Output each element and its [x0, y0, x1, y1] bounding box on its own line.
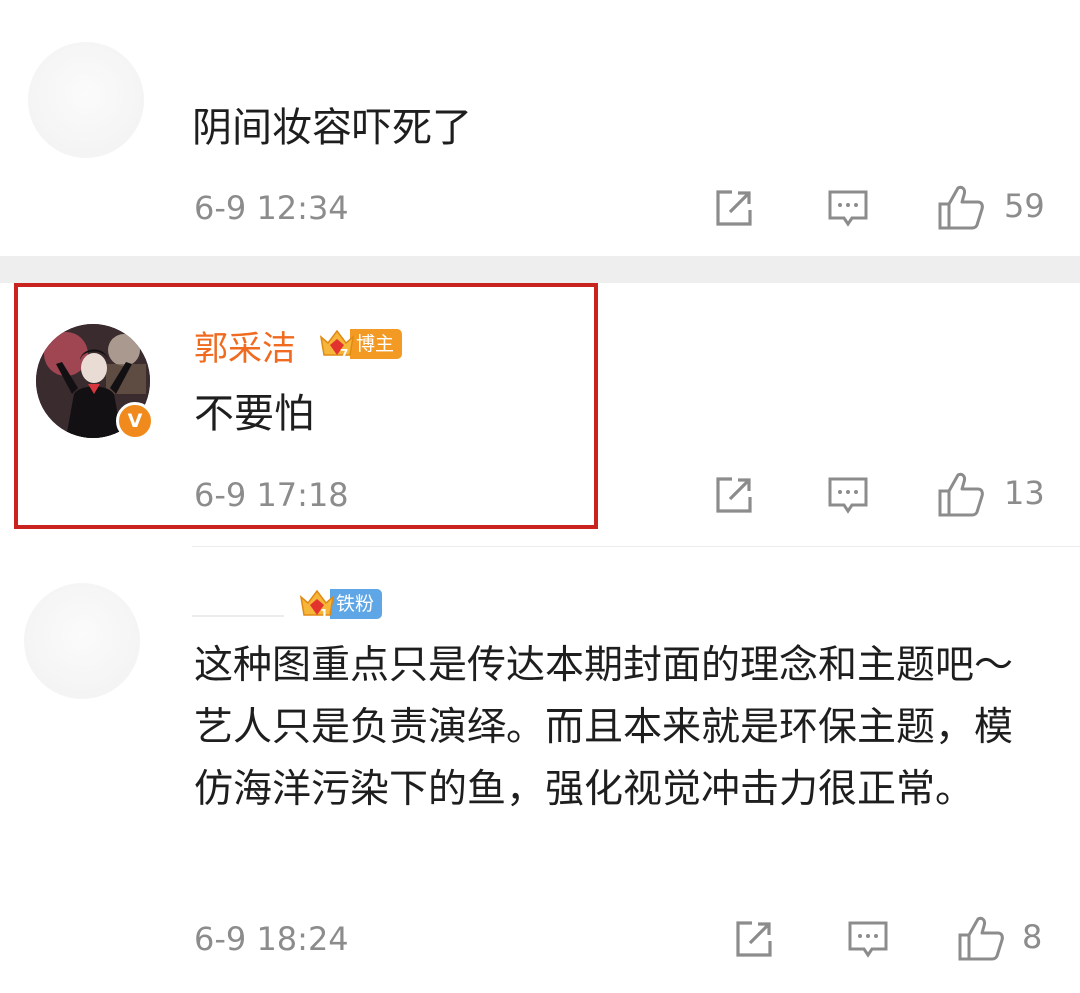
fan-badge-tiefen[interactable]: 1 铁粉: [298, 587, 383, 621]
like-count: 8: [1022, 918, 1043, 956]
share-icon: [736, 921, 772, 957]
comment-time: 6-9 12:34: [194, 189, 349, 227]
share-icon: [716, 477, 752, 513]
reply-icon: [828, 190, 868, 227]
like-count: 13: [1004, 474, 1045, 512]
like-icon: [938, 185, 984, 230]
share-icon: [716, 190, 752, 226]
comment-item: 1 铁粉 这种图重点只是传达本期封面的理念和主题吧～ 艺人只是负责演绎。而且本来…: [0, 547, 1080, 993]
like-button[interactable]: 13: [936, 469, 1052, 519]
reply-icon: [848, 921, 888, 958]
reply-button[interactable]: [826, 473, 870, 517]
username[interactable]: [192, 597, 284, 617]
like-icon: [958, 916, 1004, 961]
section-separator: [0, 256, 1080, 283]
avatar[interactable]: [24, 583, 140, 699]
like-icon: [938, 472, 984, 517]
comment-item: 阴间妆容吓死了 6-9 12:34 59: [0, 0, 1080, 256]
like-count: 59: [1004, 187, 1045, 225]
share-button[interactable]: [712, 473, 756, 517]
like-button[interactable]: 59: [936, 182, 1052, 232]
highlight-frame: [14, 283, 598, 529]
reply-icon: [828, 477, 868, 514]
comment-text: 这种图重点只是传达本期封面的理念和主题吧～ 艺人只是负责演绎。而且本来就是环保主…: [194, 643, 1014, 812]
badge-label: 铁粉: [330, 589, 383, 619]
like-button[interactable]: 8: [956, 913, 1056, 963]
svg-text:1: 1: [320, 607, 328, 621]
share-button[interactable]: [732, 917, 776, 961]
comment-text: 阴间妆容吓死了: [192, 105, 472, 151]
avatar[interactable]: [28, 42, 144, 158]
reply-button[interactable]: [846, 917, 890, 961]
crown-icon: 1: [298, 587, 336, 621]
share-button[interactable]: [712, 186, 756, 230]
comment-time: 6-9 18:24: [194, 920, 349, 958]
reply-button[interactable]: [826, 186, 870, 230]
